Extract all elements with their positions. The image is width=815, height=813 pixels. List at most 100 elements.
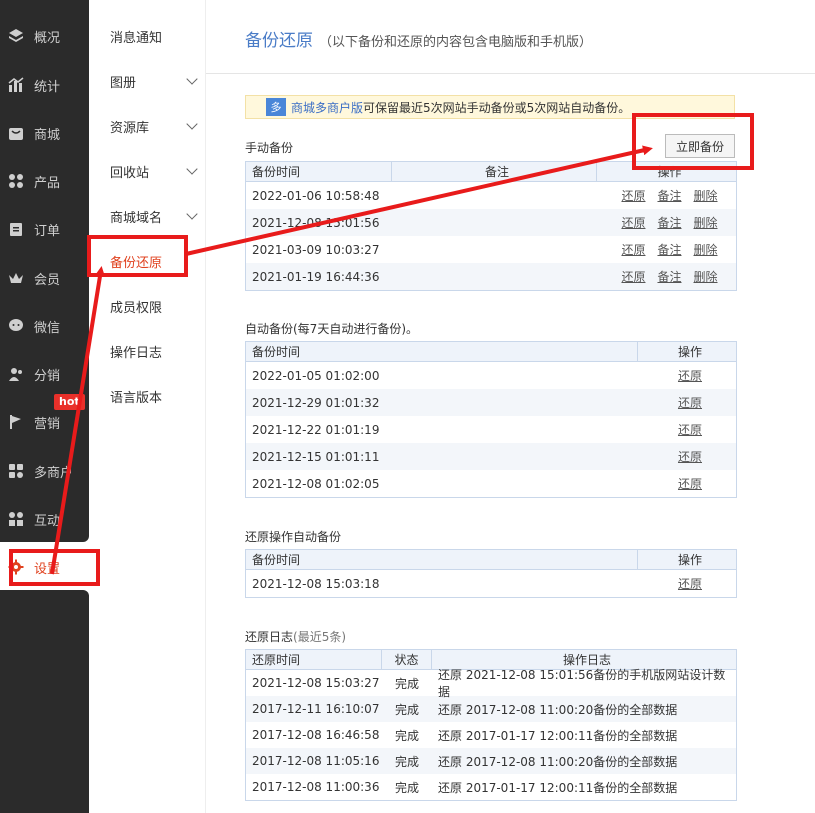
- note-link[interactable]: 备注: [657, 241, 681, 258]
- sidebar-item-label: 统计: [34, 79, 61, 95]
- column-header: 状态: [382, 650, 432, 669]
- restore-link[interactable]: 还原: [678, 394, 702, 411]
- restore-link[interactable]: 还原: [621, 241, 645, 258]
- sidebar-item-wechat[interactable]: 微信: [0, 306, 89, 346]
- restore-link[interactable]: 还原: [678, 475, 702, 492]
- delete-link[interactable]: 删除: [694, 241, 718, 258]
- note-link[interactable]: 备注: [657, 187, 681, 204]
- row-actions: 还原: [638, 416, 736, 443]
- submenu-item-notifications[interactable]: 消息通知: [110, 24, 200, 48]
- restore-detail: 还原 2017-01-17 12:00:11备份的全部数据: [438, 780, 678, 795]
- row-actions: 还原: [638, 362, 736, 389]
- table-row: 2021-01-19 16:44:36 还原 备注 删除: [246, 263, 736, 290]
- restore-log-table: 还原时间 状态 操作日志 2021-12-08 15:03:27 完成 还原 2…: [245, 649, 737, 801]
- chat-icon: [7, 317, 25, 335]
- sidebar-item-label: 分销: [34, 368, 61, 384]
- restore-link[interactable]: 还原: [621, 214, 645, 231]
- restore-time: 2017-12-08 16:46:58: [252, 728, 380, 742]
- table-row: 2017-12-08 11:05:16 完成 还原 2017-12-08 11:…: [246, 748, 736, 774]
- delete-link[interactable]: 删除: [694, 187, 718, 204]
- app-root: 概况 统计 商城 产品 订单 会员 微信 分销 营销 多商户 互动 设置 hot…: [0, 0, 815, 813]
- hot-badge: hot: [54, 394, 85, 410]
- notice-link[interactable]: 商城多商户版: [291, 99, 363, 116]
- note-link[interactable]: 备注: [657, 268, 681, 285]
- row-actions: 还原 备注 删除: [597, 182, 736, 209]
- sidebar-item-statistics[interactable]: 统计: [0, 65, 89, 105]
- restore-link[interactable]: 还原: [678, 448, 702, 465]
- backup-time: 2021-12-29 01:01:32: [252, 395, 380, 410]
- table-row: 2021-12-08 15:03:18 还原: [246, 570, 736, 597]
- sidebar-item-members[interactable]: 会员: [0, 258, 89, 298]
- column-header: 备份时间: [246, 162, 392, 181]
- flag-icon: [7, 413, 25, 431]
- sidebar-item-orders[interactable]: 订单: [0, 209, 89, 249]
- restore-link[interactable]: 还原: [678, 367, 702, 384]
- chevron-down-icon: [186, 73, 198, 85]
- restore-link[interactable]: 还原: [678, 575, 702, 592]
- page-subtitle: （以下备份和还原的内容包含电脑版和手机版）: [319, 35, 593, 50]
- column-header: 备份时间: [246, 550, 638, 569]
- submenu-item-domain[interactable]: 商城域名: [110, 204, 200, 228]
- restore-detail: 还原 2017-01-17 12:00:11备份的全部数据: [438, 728, 678, 743]
- sidebar-item-label: 微信: [34, 320, 61, 336]
- submenu-item-gallery[interactable]: 图册: [110, 69, 200, 93]
- users-icon: [7, 365, 25, 383]
- interaction-icon: [7, 510, 25, 528]
- submenu-item-language[interactable]: 语言版本: [110, 384, 200, 408]
- restore-auto-backup-title: 还原操作自动备份: [245, 530, 342, 544]
- submenu-item-resources[interactable]: 资源库: [110, 114, 200, 138]
- table-row: 2021-12-29 01:01:32 还原: [246, 389, 736, 416]
- table-row: 2022-01-06 10:58:48 还原 备注 删除: [246, 182, 736, 209]
- restore-time: 2021-12-08 15:03:27: [252, 676, 380, 690]
- multi-merchant-badge: 多: [266, 98, 286, 116]
- sidebar-item-products[interactable]: 产品: [0, 161, 89, 201]
- sidebar-item-label: 互动: [34, 513, 61, 529]
- restore-time: 2017-12-08 11:00:36: [252, 780, 380, 794]
- delete-link[interactable]: 删除: [694, 268, 718, 285]
- restore-detail: 还原 2017-12-08 11:00:20备份的全部数据: [438, 702, 678, 717]
- restore-detail: 还原 2017-12-08 11:00:20备份的全部数据: [438, 754, 678, 769]
- note-link[interactable]: 备注: [657, 214, 681, 231]
- annotation-box-backup-now: [632, 113, 754, 170]
- sidebar-item-shop[interactable]: 商城: [0, 113, 89, 153]
- submenu-item-recycle-bin[interactable]: 回收站: [110, 159, 200, 183]
- sidebar-item-label: 商城: [34, 127, 61, 143]
- chevron-down-icon: [186, 208, 198, 220]
- sidebar-item-overview[interactable]: 概况: [0, 16, 89, 56]
- auto-backup-title: 自动备份(每7天自动进行备份)。: [245, 322, 418, 336]
- backup-time: 2021-12-22 01:01:19: [252, 422, 380, 437]
- restore-status: 完成: [394, 754, 419, 769]
- submenu-item-label: 商城域名: [110, 210, 163, 226]
- sidebar-item-label: 会员: [34, 272, 61, 288]
- page-title-text: 备份还原: [245, 31, 313, 51]
- table-row: 2021-12-22 01:01:19 还原: [246, 416, 736, 443]
- column-header: 操作: [677, 553, 702, 567]
- sidebar-item-distribution[interactable]: 分销: [0, 354, 89, 394]
- restore-link[interactable]: 还原: [621, 187, 645, 204]
- row-actions: 还原: [638, 470, 736, 497]
- restore-auto-backup-table: 备份时间 操作 2021-12-08 15:03:18 还原: [245, 549, 737, 598]
- row-actions: 还原 备注 删除: [597, 263, 736, 290]
- sidebar-item-multi-merchant[interactable]: 多商户: [0, 451, 89, 491]
- submenu-item-operation-log[interactable]: 操作日志: [110, 339, 200, 363]
- table-row: 2017-12-08 16:46:58 完成 还原 2017-01-17 12:…: [246, 722, 736, 748]
- shop-icon: [7, 124, 25, 142]
- sidebar-item-label: 产品: [34, 175, 61, 191]
- backup-time: 2022-01-06 10:58:48: [252, 188, 380, 203]
- table-row: 2021-12-08 15:01:56 还原 备注 删除: [246, 209, 736, 236]
- submenu-item-member-permissions[interactable]: 成员权限: [110, 294, 200, 318]
- multi-shop-icon: [7, 462, 25, 480]
- restore-status: 完成: [394, 780, 419, 795]
- settings-submenu: 消息通知 图册 资源库 回收站 商城域名 备份还原 成员权限 操作日志 语言版本: [89, 0, 206, 813]
- sidebar-item-label: 多商户: [34, 465, 74, 481]
- restore-log-title: 还原日志(最近5条): [245, 628, 346, 645]
- table-row: 2017-12-08 11:00:36 完成 还原 2017-01-17 12:…: [246, 774, 736, 800]
- submenu-item-label: 语言版本: [110, 390, 163, 406]
- backup-time: 2022-01-05 01:02:00: [252, 368, 380, 383]
- restore-link[interactable]: 还原: [621, 268, 645, 285]
- sidebar-item-interaction[interactable]: 互动: [0, 499, 89, 539]
- delete-link[interactable]: 删除: [694, 214, 718, 231]
- row-actions: 还原: [638, 389, 736, 416]
- restore-link[interactable]: 还原: [678, 421, 702, 438]
- grid-icon: [7, 172, 25, 190]
